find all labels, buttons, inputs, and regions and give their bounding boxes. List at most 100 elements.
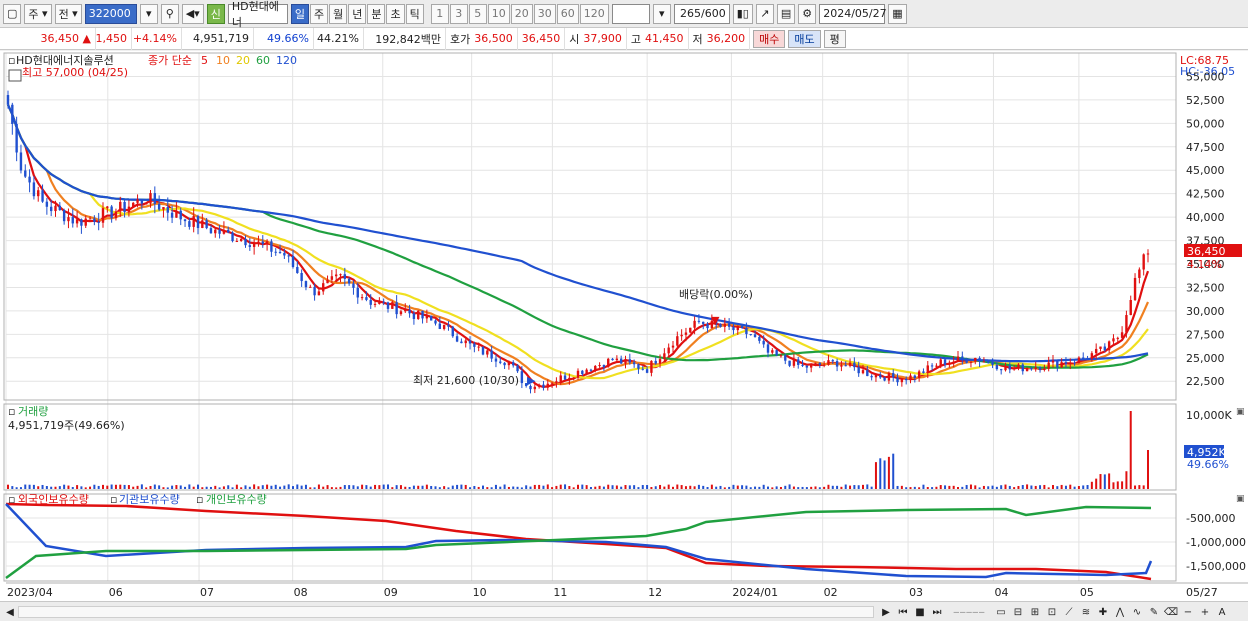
candle-body — [58, 205, 62, 211]
fibonacci-icon[interactable]: ≋ — [1078, 604, 1094, 620]
volume-bar — [810, 486, 813, 489]
stock-name-field[interactable]: HD현대에너 — [227, 0, 288, 29]
candle-body — [1004, 365, 1007, 371]
line-tool-icon[interactable]: ↗ — [755, 3, 774, 24]
volume-bar — [1021, 485, 1024, 489]
price-y-tick: 50,000 — [1186, 117, 1225, 130]
volume-bar — [304, 484, 307, 489]
volume-bar — [568, 485, 571, 489]
zoom-slider[interactable]: ‒‒‒‒‒ — [946, 604, 992, 620]
interval-30[interactable]: 30 — [533, 3, 556, 24]
date-field[interactable]: 2024/05/27 — [819, 3, 887, 24]
zoom-in-icon[interactable]: + — [1197, 604, 1213, 620]
save-icon[interactable]: ▤ — [776, 3, 796, 24]
sell-button[interactable]: 매도 — [788, 29, 821, 48]
candle-type-icon[interactable]: ▮▯ — [732, 3, 753, 24]
tab-week[interactable]: 주 — [309, 3, 329, 24]
candle-body — [537, 384, 541, 387]
volume-bar — [672, 486, 674, 489]
window-icon[interactable]: ▢ — [3, 3, 22, 24]
tab-second[interactable]: 초 — [386, 3, 405, 24]
cross-icon[interactable]: ✚ — [1095, 604, 1111, 620]
interval-20[interactable]: 20 — [510, 3, 533, 24]
gear-icon[interactable]: ⚙ — [798, 3, 817, 24]
interval-120[interactable]: 120 — [579, 3, 609, 24]
volume-bar — [102, 484, 104, 489]
candle-body — [1021, 364, 1024, 372]
pencil-icon[interactable]: ✎ — [1146, 604, 1162, 620]
candle-body — [382, 301, 385, 303]
calendar-icon[interactable]: ▦ — [888, 3, 907, 24]
volume-bar — [775, 486, 778, 489]
price-panel-checkbox[interactable]: ▫ — [8, 54, 15, 67]
candle-body — [97, 221, 100, 223]
wave-icon[interactable]: ∿ — [1129, 604, 1145, 620]
volume-bar — [974, 485, 977, 489]
volume-bar — [317, 484, 320, 489]
candle-body — [62, 210, 66, 222]
volume-bar — [507, 486, 510, 489]
ask-value: 36,450 — [518, 27, 566, 50]
count-field[interactable]: 265/600 — [673, 3, 730, 24]
interval-dropdown-button[interactable]: ▾ — [652, 3, 671, 24]
candle-body — [412, 313, 416, 319]
candle-body — [209, 228, 213, 234]
prev-button[interactable]: 전 ▾ — [54, 3, 82, 24]
scroll-left-icon[interactable]: ◀ — [2, 604, 18, 620]
period-type-select[interactable]: 주 ▾ — [24, 3, 52, 24]
search-icon[interactable]: ⚲ — [160, 3, 179, 24]
interval-60[interactable]: 60 — [556, 3, 579, 24]
stop-icon[interactable]: ■ — [912, 604, 928, 620]
candle-body — [948, 362, 951, 365]
volume-panel: ▫ 거래량 4,951,719주(49.66%) 10,000K ▣ 4,952… — [3, 403, 1245, 491]
tab-month[interactable]: 월 — [329, 3, 348, 24]
tab-day[interactable]: 일 — [290, 3, 309, 24]
x-tick-label: 12 — [648, 586, 662, 599]
tab-year[interactable]: 년 — [348, 3, 367, 24]
interval-3[interactable]: 3 — [449, 3, 468, 24]
volume-bar — [24, 484, 27, 489]
pattern-icon[interactable]: ⋀ — [1112, 604, 1128, 620]
candle-body — [745, 327, 748, 335]
low-value: 36,200 — [706, 32, 746, 45]
interval-10[interactable]: 10 — [487, 3, 510, 24]
stock-code-input[interactable]: 322000 — [84, 3, 137, 24]
flat-button[interactable]: 평 — [823, 29, 846, 48]
eraser-icon[interactable]: ⌫ — [1163, 604, 1179, 620]
last-icon[interactable]: ⏭ — [929, 604, 945, 620]
volume-bar — [754, 486, 757, 489]
buy-button[interactable]: 매수 — [753, 29, 786, 48]
tab-minute[interactable]: 분 — [367, 3, 386, 24]
interval-custom-input[interactable] — [611, 3, 650, 24]
code-dropdown-button[interactable]: ▾ — [139, 3, 158, 24]
font-size-icon[interactable]: A — [1214, 604, 1230, 620]
horizontal-scrollbar[interactable] — [18, 606, 874, 618]
volume-panel-close-icon[interactable]: ▣ — [1236, 407, 1245, 417]
candle-body — [619, 358, 623, 364]
draw-line-icon[interactable]: ⟋ — [1061, 604, 1077, 620]
speaker-icon[interactable]: ◀▾ — [181, 3, 204, 24]
candle-body — [127, 206, 131, 212]
volume-panel-checkbox[interactable]: ▫ — [8, 405, 15, 418]
candle-body — [343, 274, 347, 279]
candle-body — [334, 274, 338, 277]
calc-icon[interactable] — [8, 69, 22, 82]
interval-1[interactable]: 1 — [430, 3, 449, 24]
split-view-icon[interactable]: ⊟ — [1010, 604, 1026, 620]
candle-body — [404, 309, 407, 312]
tab-tick[interactable]: 틱 — [405, 3, 424, 24]
volume-bar — [1082, 485, 1085, 489]
zoom-reset-icon[interactable]: ▭ — [993, 604, 1009, 620]
holding-panel-close-icon[interactable]: ▣ — [1236, 494, 1245, 504]
volume-bar — [1112, 482, 1115, 489]
layout-icon[interactable]: ⊞ — [1027, 604, 1043, 620]
scroll-right-icon[interactable]: ▶ — [878, 604, 894, 620]
volume-bar — [693, 486, 696, 489]
chart-area[interactable]: ▫ HD현대에너지솔루션 종가 단순 5 10 20 60 120 최고 57,… — [0, 51, 1248, 601]
zoom-out-icon[interactable]: − — [1180, 604, 1196, 620]
first-icon[interactable]: ⏮ — [895, 604, 911, 620]
candle-body — [265, 241, 269, 244]
interval-5[interactable]: 5 — [468, 3, 487, 24]
change-percent: +4.14% — [132, 27, 182, 50]
compare-icon[interactable]: ⊡ — [1044, 604, 1060, 620]
